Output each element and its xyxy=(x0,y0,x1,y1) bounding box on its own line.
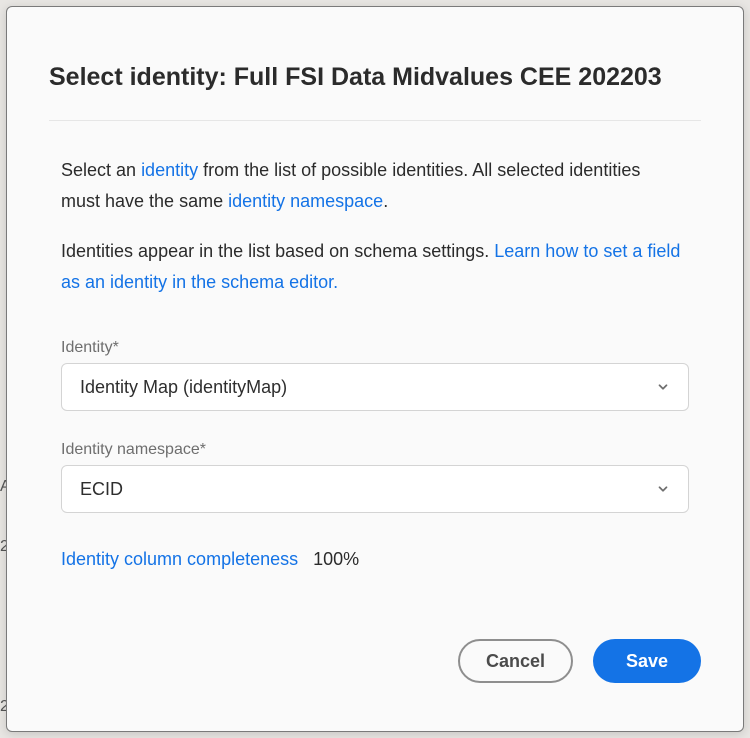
identity-field: Identity* Identity Map (identityMap) xyxy=(61,339,689,411)
chevron-down-icon xyxy=(656,482,670,496)
description-1: Select an identity from the list of poss… xyxy=(61,155,681,216)
save-button[interactable]: Save xyxy=(593,639,701,683)
chevron-down-icon xyxy=(656,380,670,394)
desc-text: . xyxy=(383,191,388,211)
identity-namespace-link[interactable]: identity namespace xyxy=(228,191,383,211)
namespace-select[interactable]: ECID xyxy=(61,465,689,513)
desc-text: Identities appear in the list based on s… xyxy=(61,241,494,261)
description-2: Identities appear in the list based on s… xyxy=(61,236,681,297)
completeness-value: 100% xyxy=(313,549,359,569)
identity-label: Identity* xyxy=(61,339,689,357)
identity-value: Identity Map (identityMap) xyxy=(80,377,287,398)
divider xyxy=(49,120,701,121)
desc-text: Select an xyxy=(61,160,141,180)
identity-select[interactable]: Identity Map (identityMap) xyxy=(61,363,689,411)
namespace-label: Identity namespace* xyxy=(61,441,689,459)
cancel-button[interactable]: Cancel xyxy=(458,639,573,683)
completeness-row: Identity column completeness 100% xyxy=(61,549,689,570)
namespace-field: Identity namespace* ECID xyxy=(61,441,689,513)
modal-backdrop: A 2 2 Select identity: Full FSI Data Mid… xyxy=(0,0,750,738)
modal-title: Select identity: Full FSI Data Midvalues… xyxy=(49,63,701,92)
modal-actions: Cancel Save xyxy=(49,603,701,683)
completeness-link[interactable]: Identity column completeness xyxy=(61,549,298,569)
identity-link[interactable]: identity xyxy=(141,160,198,180)
namespace-value: ECID xyxy=(80,479,123,500)
select-identity-modal: Select identity: Full FSI Data Midvalues… xyxy=(6,6,744,732)
modal-body: Select an identity from the list of poss… xyxy=(49,155,701,570)
